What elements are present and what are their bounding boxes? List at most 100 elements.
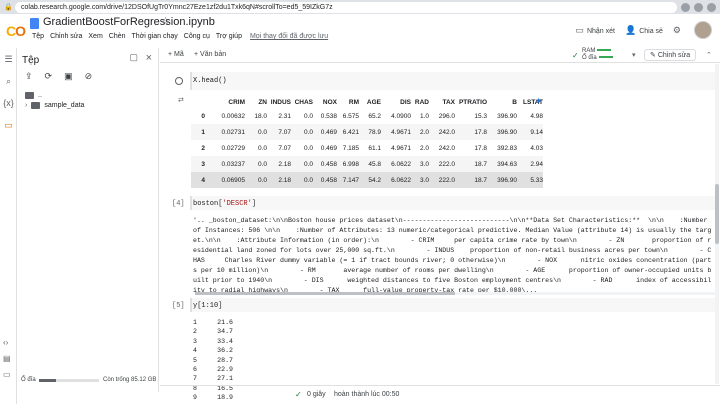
open-tab-icon[interactable]: ▢ xyxy=(129,52,138,63)
saved-status[interactable]: Mọi thay đổi đã được lưu xyxy=(250,33,328,40)
profile-icon[interactable] xyxy=(694,2,703,12)
chevron-down-icon[interactable]: ▾ xyxy=(632,51,636,59)
comment-label: Nhận xét xyxy=(586,27,615,35)
vertical-scrollbar[interactable] xyxy=(715,64,719,384)
table-cell: 0.0 xyxy=(303,144,313,152)
column-header: CHAS xyxy=(294,98,313,106)
series-value: 21.6 xyxy=(217,319,233,326)
code-snippets-icon[interactable]: ‹› xyxy=(3,338,8,347)
column-header: AGE xyxy=(366,98,381,106)
table-cell: 396.90 xyxy=(497,112,517,120)
column-header: B xyxy=(512,98,517,106)
upload-icon[interactable]: ⇪ xyxy=(25,71,33,82)
menu-view[interactable]: Xem xyxy=(88,33,102,40)
edit-mode-button[interactable]: ✎ Chỉnh sửa xyxy=(644,49,697,61)
code-cell-describe[interactable]: [4] boston['DESCR'] xyxy=(168,196,718,210)
files-panel-title: Tệp xyxy=(22,55,40,66)
chevron-right-icon[interactable]: › xyxy=(25,102,27,109)
table-cell: 4.9671 xyxy=(391,144,411,152)
star-icon[interactable]: ☆ xyxy=(161,16,170,27)
menu-help[interactable]: Trợ giúp xyxy=(216,33,242,40)
table-cell: 2.94 xyxy=(517,156,543,172)
tree-item-sample-data[interactable]: › sample_data xyxy=(25,102,84,109)
table-cell: 17.8 xyxy=(474,144,487,152)
table-row[interactable]: 0 0.00632 18.0 2.31 0.0 0.538 6.575 65.2 4.0900 1… xyxy=(191,108,543,124)
command-palette-icon[interactable]: ▤ xyxy=(3,354,11,363)
colab-logo[interactable]: CO xyxy=(6,23,26,39)
close-icon[interactable]: × xyxy=(146,52,152,64)
comment-button[interactable]: ▭ Nhận xét xyxy=(575,25,615,36)
table-cell: 396.90 xyxy=(487,124,517,140)
code-editor[interactable] xyxy=(190,298,718,312)
table-row[interactable]: 3 0.03237 0.0 2.18 0.0 0.458 6.998 45.8 6.0622 3.… xyxy=(191,156,543,172)
menu-tools[interactable]: Công cụ xyxy=(184,33,210,40)
avatar[interactable] xyxy=(694,21,712,39)
menu-edit[interactable]: Chỉnh sửa xyxy=(50,33,82,40)
menu-runtime[interactable]: Thời gian chạy xyxy=(132,33,178,40)
row-index: 0 xyxy=(201,112,205,120)
notebook-title[interactable]: GradientBoostForRegression.ipynb xyxy=(43,16,215,28)
url-field[interactable]: colab.research.google.com/drive/12DSOfUg… xyxy=(15,1,677,13)
code-cell-y[interactable]: [5] y[1:10] xyxy=(168,298,718,312)
table-cell: 0.06905 xyxy=(205,172,245,188)
files-icon[interactable]: ▭ xyxy=(3,120,14,131)
table-cell: 394.63 xyxy=(487,156,517,172)
files-toolbar: ⇪ ⟳ ▣ ⊘ xyxy=(25,71,92,82)
add-text-button[interactable]: + Văn bản xyxy=(194,51,226,58)
table-cell: 0.0 xyxy=(245,156,267,172)
table-cell: 6.421 xyxy=(337,124,359,140)
table-row[interactable]: 1 0.02731 0.0 7.07 0.0 0.469 6.421 78.9 4.9671 2.… xyxy=(191,124,543,140)
column-header: TAX xyxy=(442,98,455,106)
table-cell: 7.07 xyxy=(278,144,291,152)
table-cell: 9.14 xyxy=(517,124,543,140)
code-text: boston[ xyxy=(193,200,223,208)
toc-icon[interactable]: ☰ xyxy=(3,54,14,65)
search-icon[interactable]: ⌕ xyxy=(3,76,14,87)
menu-file[interactable]: Tệp xyxy=(32,33,44,40)
variables-icon[interactable]: {x} xyxy=(3,98,14,108)
settings-button[interactable]: ⚙ xyxy=(673,25,684,36)
code-editor[interactable] xyxy=(190,196,718,210)
table-cell: 2.18 xyxy=(267,156,291,172)
menu-bar: Tệp Chỉnh sửa Xem Chèn Thời gian chạy Cô… xyxy=(32,33,328,40)
table-cell: 396.90 xyxy=(487,172,517,188)
table-cell: 222.0 xyxy=(429,156,455,172)
code-line: X.head() xyxy=(193,77,227,85)
completed-time[interactable]: hoàn thành lúc 00:50 xyxy=(334,391,399,398)
code-line: boston['DESCR'] xyxy=(193,200,256,208)
series-index: 7 xyxy=(193,375,197,383)
mount-drive-icon[interactable]: ▣ xyxy=(64,71,73,82)
code-editor[interactable] xyxy=(190,72,718,90)
terminal-icon[interactable]: ▭ xyxy=(3,370,11,379)
resources-indicator[interactable]: RAM Ổ đĩa xyxy=(582,48,613,62)
browser-url-bar: 🔒 colab.research.google.com/drive/12DSOf… xyxy=(0,0,720,14)
output-icon[interactable]: ⇄ xyxy=(178,96,184,104)
add-code-button[interactable]: + Mã xyxy=(168,51,184,58)
share-button[interactable]: 👤 Chia sẻ xyxy=(625,25,663,36)
menu-insert[interactable]: Chèn xyxy=(109,33,126,40)
chevron-up-icon[interactable]: ⌃ xyxy=(706,51,712,59)
ram-label: RAM xyxy=(582,48,596,54)
refresh-icon[interactable]: ⟳ xyxy=(45,71,53,82)
horizontal-scrollbar[interactable] xyxy=(195,292,715,295)
table-header-row: CRIM ZN INDUS CHAS NOX RM AGE DIS RAD TAX PTRATIO B… xyxy=(191,96,543,108)
table-cell: 2.31 xyxy=(278,112,291,120)
column-header: RAD xyxy=(414,98,429,106)
magic-wand-icon[interactable]: ✦ xyxy=(535,96,543,107)
table-cell: 3.0 xyxy=(411,156,429,172)
extension-icon[interactable] xyxy=(681,2,690,12)
table-row[interactable]: 4 0.06905 0.0 2.18 0.0 0.458 7.147 54.2 6.0622 3.… xyxy=(191,172,543,188)
browser-menu-icon[interactable] xyxy=(707,2,716,12)
code-cell-head[interactable]: X.head() xyxy=(168,72,718,90)
output-row: 3 33.4 xyxy=(193,337,233,346)
table-cell: 0.0 xyxy=(245,124,267,140)
share-icon: 👤 xyxy=(624,24,637,35)
tree-item-parent[interactable]: .. xyxy=(25,92,42,99)
table-cell: 2.0 xyxy=(419,144,429,152)
table-row[interactable]: 2 0.02729 0.0 7.07 0.0 0.469 7.185 61.1 4.9671 2.… xyxy=(191,140,543,156)
comment-icon: ▭ xyxy=(575,24,584,35)
output-row: 5 28.7 xyxy=(193,356,233,365)
hide-icon[interactable]: ⊘ xyxy=(85,71,93,82)
table-cell: 15.3 xyxy=(474,112,487,120)
run-cell-icon[interactable] xyxy=(175,77,183,85)
